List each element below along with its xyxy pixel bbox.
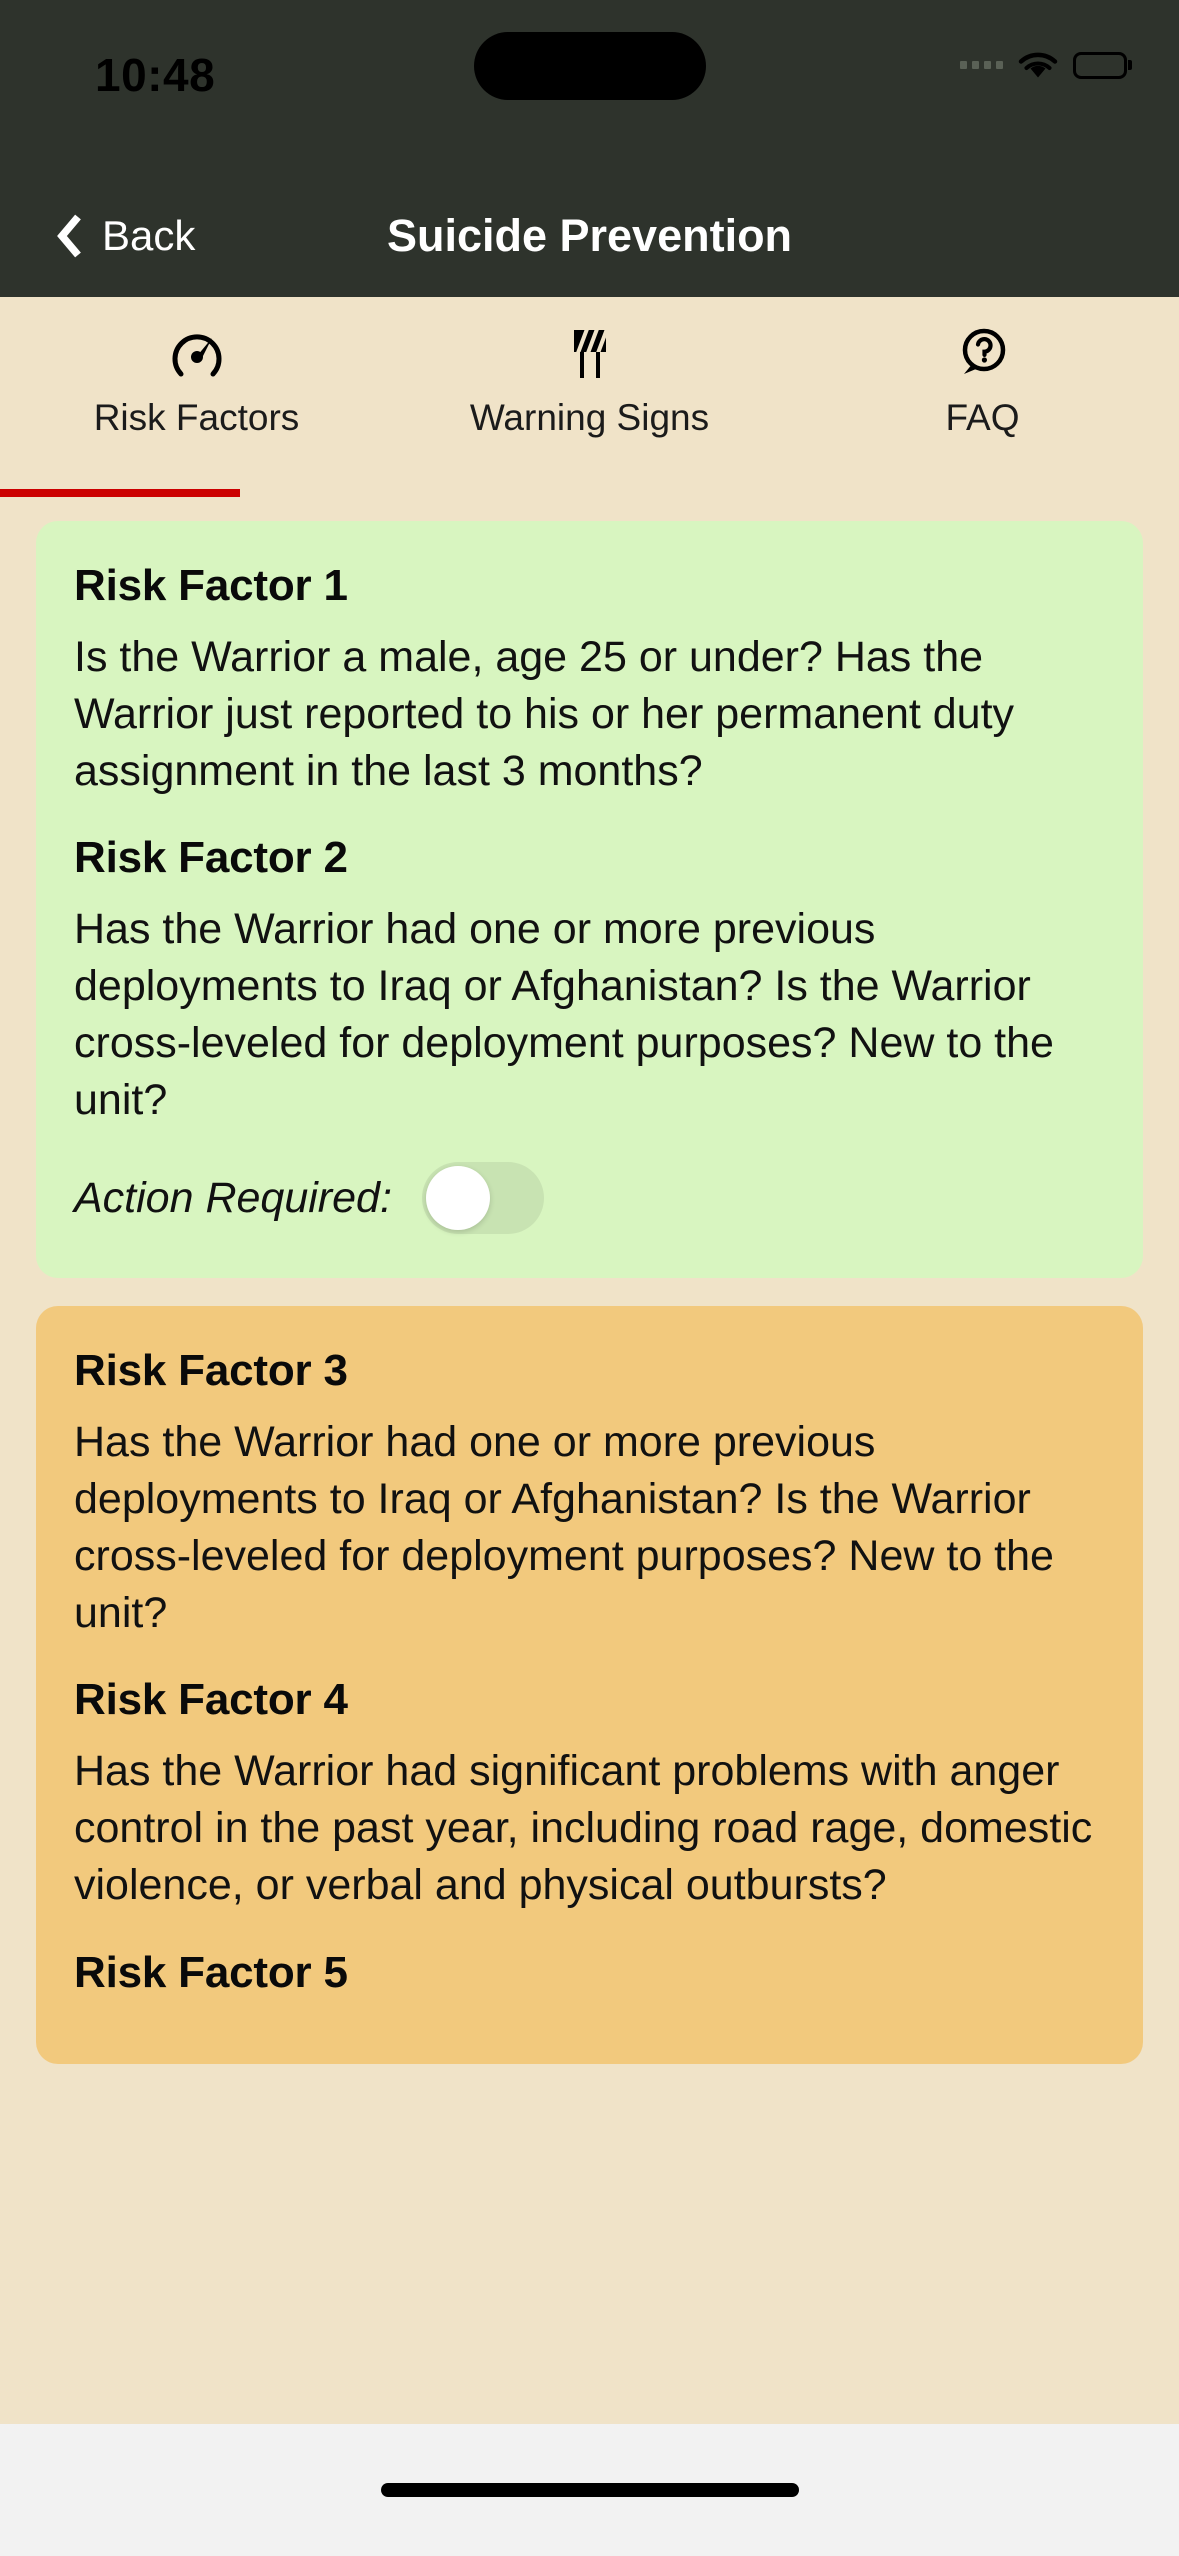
action-required-row: Action Required: (74, 1162, 1105, 1235)
risk-factor-title: Risk Factor 5 (74, 1947, 348, 1997)
active-tab-indicator (0, 489, 240, 497)
tab-risk-factors-label: Risk Factors (93, 397, 300, 438)
page-title: Suicide Prevention (386, 210, 793, 261)
tab-faq[interactable]: FAQ (786, 297, 1179, 497)
status-bar-clock: 10:48 (95, 49, 216, 101)
risk-factor-body: Has the Warrior had significant problems… (74, 1747, 1093, 1909)
app-header: 10:48 Back Suicide Prevention (0, 0, 1179, 297)
risk-factor-body: Is the Warrior a male, age 25 or under? … (74, 633, 1015, 795)
dynamic-island (473, 32, 706, 100)
tab-risk-factors[interactable]: Risk Factors (0, 297, 393, 497)
back-button-label: Back (102, 212, 196, 259)
action-required-toggle[interactable] (421, 1162, 544, 1235)
navigation-bar: Back Suicide Prevention (0, 175, 1179, 297)
tab-faq-label: FAQ (945, 397, 1020, 438)
action-required-label: Action Required: (74, 1173, 392, 1222)
risk-factors-list[interactable]: Risk Factor 1 Is the Warrior a male, age… (0, 497, 1179, 2424)
risk-factor-title: Risk Factor 3 (74, 1346, 348, 1396)
status-bar: 10:48 (0, 0, 1179, 175)
risk-factor-card-green: Risk Factor 1 Is the Warrior a male, age… (36, 521, 1143, 1279)
risk-factor-body: Has the Warrior had one or more previous… (74, 905, 1054, 1124)
risk-factor-title: Risk Factor 1 (74, 561, 348, 610)
risk-factor-card-orange: Risk Factor 3 Has the Warrior had one or… (36, 1306, 1143, 2064)
tab-warning-signs[interactable]: Warning Signs (393, 297, 786, 497)
status-bar-indicators (960, 50, 1127, 80)
battery-icon (1073, 51, 1127, 79)
risk-factor-body: Has the Warrior had one or more previous… (74, 1418, 1054, 1637)
risk-factor-title: Risk Factor 2 (74, 833, 348, 883)
tab-warning-signs-label: Warning Signs (469, 397, 710, 438)
signal-dots-icon (960, 61, 1003, 69)
risk-factor-title: Risk Factor 4 (74, 1675, 348, 1725)
road-barrier-icon (560, 323, 620, 385)
back-button[interactable]: Back (56, 212, 195, 260)
toggle-knob (425, 1166, 490, 1231)
home-bar (0, 2424, 1179, 2556)
phone-screen: 10:48 Back Suicide Prevention Risk Facto… (0, 0, 1179, 2556)
question-bubble-icon (953, 323, 1013, 385)
gauge-icon (167, 323, 227, 385)
home-indicator[interactable] (380, 2483, 799, 2497)
tab-bar: Risk Factors Warning Signs FAQ (0, 297, 1179, 497)
chevron-left-icon (56, 214, 82, 258)
wifi-icon (1017, 50, 1059, 80)
